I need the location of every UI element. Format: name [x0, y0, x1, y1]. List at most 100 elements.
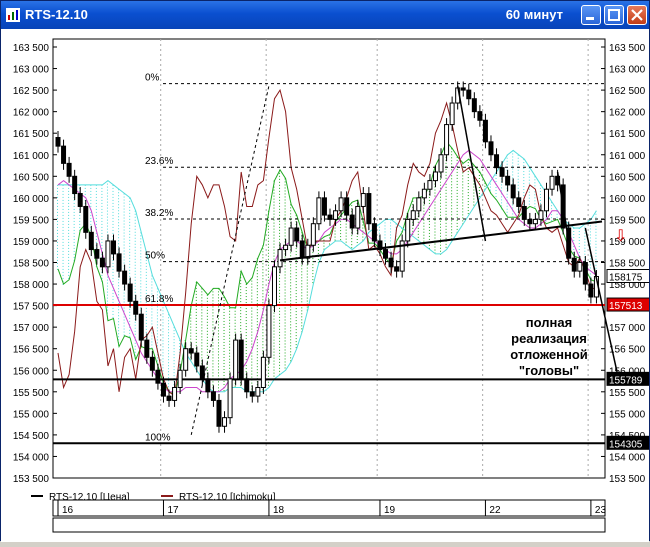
cloud-dot [506, 211, 508, 213]
cloud-dot [539, 199, 541, 201]
cloud-dot [539, 196, 541, 198]
cloud-dot [312, 258, 314, 260]
cloud-dot [290, 345, 292, 347]
cloud-dot [229, 319, 231, 321]
maximize-button[interactable] [604, 5, 624, 25]
cloud-dot [168, 365, 170, 367]
cloud-dot [256, 324, 258, 326]
candle-body [55, 137, 61, 147]
cloud-dot [151, 287, 153, 289]
cloud-dot [295, 278, 297, 280]
cloud-dot [106, 231, 108, 233]
cloud-dot [462, 187, 464, 189]
cloud-dot [279, 241, 281, 243]
cloud-dot [168, 335, 170, 337]
cloud-dot [595, 228, 597, 230]
cloud-dot [317, 246, 319, 248]
cloud-dot [256, 282, 258, 284]
cloud-dot [217, 294, 219, 296]
cloud-dot [223, 353, 225, 355]
cloud-dot [68, 259, 70, 261]
minimize-button[interactable] [581, 5, 601, 25]
cloud-dot [134, 237, 136, 239]
cloud-dot [284, 340, 286, 342]
cloud-dot [57, 217, 58, 219]
cloud-dot [589, 264, 591, 266]
chart-area[interactable]: 163 500 163 500 163 000 163 000 162 500 162 5… [1, 29, 650, 547]
cloud-dot [118, 288, 120, 290]
cloud-dot [134, 243, 136, 245]
cloud-dot [301, 325, 303, 327]
cloud-dot [279, 361, 281, 363]
cloud-dot [273, 201, 275, 203]
close-button[interactable] [627, 5, 647, 25]
cloud-dot [134, 231, 136, 233]
cloud-dot [206, 336, 208, 338]
cloud-dot [273, 348, 275, 350]
cloud-dot [262, 254, 264, 256]
cloud-dot [512, 207, 514, 209]
cloud-dot [262, 302, 264, 304]
cloud-dot [462, 193, 464, 195]
cloud-dot [273, 333, 275, 335]
cloud-dot [62, 238, 64, 240]
cloud-dot [295, 338, 297, 340]
cloud-dot [295, 332, 297, 334]
cloud-dot [456, 219, 458, 221]
cloud-dot [478, 186, 480, 188]
candlestick-chart[interactable]: 163 500 163 500163 000 163 000162 500 162 5… [1, 29, 650, 542]
cloud-dot [423, 204, 425, 206]
cloud-dot [129, 236, 131, 238]
candle-body [371, 223, 377, 242]
scrollbar-track[interactable] [52, 517, 606, 533]
cloud-dot [217, 330, 219, 332]
cloud-dot [112, 208, 114, 210]
cloud-dot [95, 235, 97, 237]
cloud-dot [384, 237, 386, 239]
cloud-dot [129, 200, 131, 202]
cloud-dot [129, 329, 131, 331]
cloud-dot [201, 336, 203, 338]
cloud-dot [212, 291, 214, 293]
cloud-dot [68, 274, 70, 276]
cloud-dot [112, 223, 114, 225]
cloud-dot [273, 366, 275, 368]
cloud-dot [301, 313, 303, 315]
cloud-dot [112, 217, 114, 219]
cloud-dot [489, 189, 491, 191]
cloud-dot [151, 317, 153, 319]
cloud-dot [256, 297, 258, 299]
cloud-dot [62, 259, 64, 261]
cloud-dot [145, 277, 147, 279]
y-tick-label-right: 161 000 [609, 151, 646, 162]
cloud-dot [106, 225, 108, 227]
cloud-dot [140, 265, 142, 267]
cloud-dot [267, 267, 269, 269]
cloud-dot [129, 206, 131, 208]
cloud-dot [123, 322, 125, 324]
cloud-dot [279, 364, 281, 366]
title-bar[interactable]: RTS-12.10 60 минут [1, 1, 649, 29]
cloud-dot [306, 291, 308, 293]
cloud-dot [217, 318, 219, 320]
cloud-dot [284, 367, 286, 369]
cloud-dot [123, 214, 125, 216]
cloud-dot [201, 306, 203, 308]
cloud-dot [234, 322, 236, 324]
cloud-dot [62, 220, 64, 222]
cloud-dot [68, 238, 70, 240]
cloud-dot [451, 178, 453, 180]
cloud-dot [267, 237, 269, 239]
cloud-dot [173, 336, 175, 338]
cloud-dot [123, 301, 125, 303]
cloud-dot [234, 319, 236, 321]
y-tick-label-left: 162 500 [13, 86, 50, 97]
cloud-dot [140, 295, 142, 297]
cloud-dot [151, 284, 153, 286]
cloud-dot [106, 294, 108, 296]
cloud-dot [523, 192, 525, 194]
cloud-dot [506, 160, 508, 162]
cloud-dot [573, 237, 575, 239]
cloud-dot [451, 223, 453, 225]
cloud-dot [523, 165, 525, 167]
